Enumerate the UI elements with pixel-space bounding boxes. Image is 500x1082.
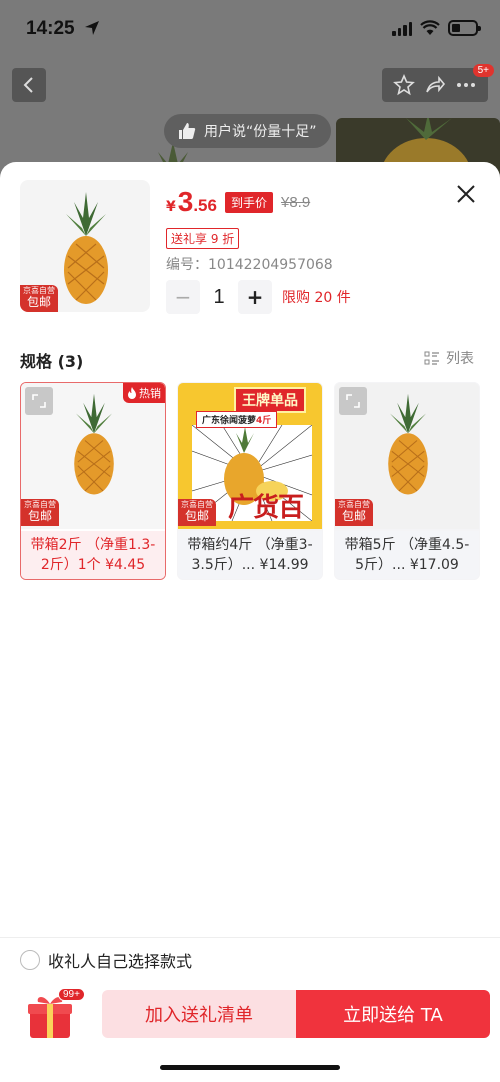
spec-option-3[interactable]: 京喜自营 包邮 带箱5斤 （净重4.5-5斤）... ¥17.09 [334,382,480,580]
price-row: ¥ 3 .56 到手价 ¥8.9 [166,186,310,218]
thumbs-up-icon [179,123,196,139]
spec-option-label: 带箱2斤 （净重1.3-2斤）1个 ¥4.45 [21,531,165,579]
footer-divider [0,937,500,938]
final-price-tag: 到手价 [224,191,273,213]
spec-option-image: 热销 京喜自营 包邮 [21,383,165,529]
flame-icon [128,387,136,399]
spec-section-title: 规格 (3) [20,352,84,371]
spec-option-1[interactable]: 热销 京喜自营 包邮 带箱2斤 （净重1.3-2斤）1个 ¥4.45 [20,382,166,580]
spec-options: 热销 京喜自营 包邮 带箱2斤 （净重1.3-2斤）1个 ¥4.45 王牌单品 … [20,382,480,582]
pineapple-image [388,393,428,495]
back-button[interactable] [12,68,46,102]
quantity-stepper: − 1 + 限购 20 件 [166,280,351,314]
chevron-left-icon [23,77,33,93]
final-price: ¥ 3 .56 [166,186,217,217]
pineapple-image [74,393,114,495]
promo-big-text: 广货百补 [228,493,304,523]
top-actions [382,68,488,102]
review-text: 用户说“份量十足” [204,124,317,140]
cellular-signal-icon [392,20,412,36]
review-highlight-pill: 用户说“份量十足” [164,114,331,148]
more-icon[interactable] [455,74,477,96]
spec-option-label: 带箱5斤 （净重4.5-5斤）... ¥17.09 [335,531,479,579]
recipient-choice-label: 收礼人自己选择款式 [48,952,193,971]
location-arrow-icon [85,21,99,35]
home-indicator [160,1065,340,1070]
radio-button[interactable] [20,950,40,970]
spec-option-image: 王牌单品 广东徐闻菠萝4斤 广货百补 京喜自营 包邮 [178,383,322,529]
message-count-badge: 5+ [472,64,494,77]
purchase-limit: 限购 20 件 [282,290,351,306]
battery-icon [448,20,481,36]
original-price: ¥8.9 [280,193,311,211]
send-now-button[interactable]: 立即送给 TA [296,990,490,1038]
pineapple-image [64,192,108,304]
promo-title: 王牌单品 [234,387,306,413]
list-view-toggle[interactable]: 列表 [424,348,474,368]
sku-number: 编号：10142204957068 [166,257,333,273]
close-icon[interactable] [454,182,478,206]
expand-icon[interactable] [25,387,53,415]
quantity-value: 1 [213,285,225,308]
spec-option-2[interactable]: 王牌单品 广东徐闻菠萝4斤 广货百补 京喜自营 包邮 带箱约4斤 （净重3-3.… [177,382,323,580]
jd-free-shipping-tag: 京喜自营 包邮 [178,499,216,526]
star-icon[interactable] [392,74,415,96]
add-to-gift-list-button[interactable]: 加入送礼清单 [102,990,296,1038]
expand-icon[interactable] [339,387,367,415]
recipient-choice-option[interactable]: 收礼人自己选择款式 [20,948,192,972]
jd-free-shipping-tag: 京喜自营 包邮 [21,499,59,526]
product-image[interactable]: 京喜自营 包邮 [20,180,150,312]
jd-free-shipping-tag: 京喜自营 包邮 [20,285,58,312]
increase-button[interactable]: + [238,280,272,314]
share-icon[interactable] [424,74,446,96]
list-icon [424,351,439,365]
promo-subtitle: 广东徐闻菠萝4斤 [196,411,278,428]
wifi-icon [420,20,440,35]
status-indicators [392,20,481,36]
spec-option-label: 带箱约4斤 （净重3-3.5斤）... ¥14.99 [178,531,322,579]
jd-free-shipping-tag: 京喜自营 包邮 [335,499,373,526]
gift-count-badge: 99+ [58,988,85,1001]
sku-selection-sheet: 京喜自营 包邮 ¥ 3 .56 到手价 ¥8.9 送礼享 9 折 编号：1014… [0,162,500,1082]
status-bar: 14:25 [0,0,500,60]
decrease-button[interactable]: − [166,280,200,314]
spec-option-image: 京喜自营 包邮 [335,383,479,529]
hot-sale-badge: 热销 [123,383,165,403]
status-time: 14:25 [26,18,75,39]
gift-discount-tag: 送礼享 9 折 [166,228,240,249]
